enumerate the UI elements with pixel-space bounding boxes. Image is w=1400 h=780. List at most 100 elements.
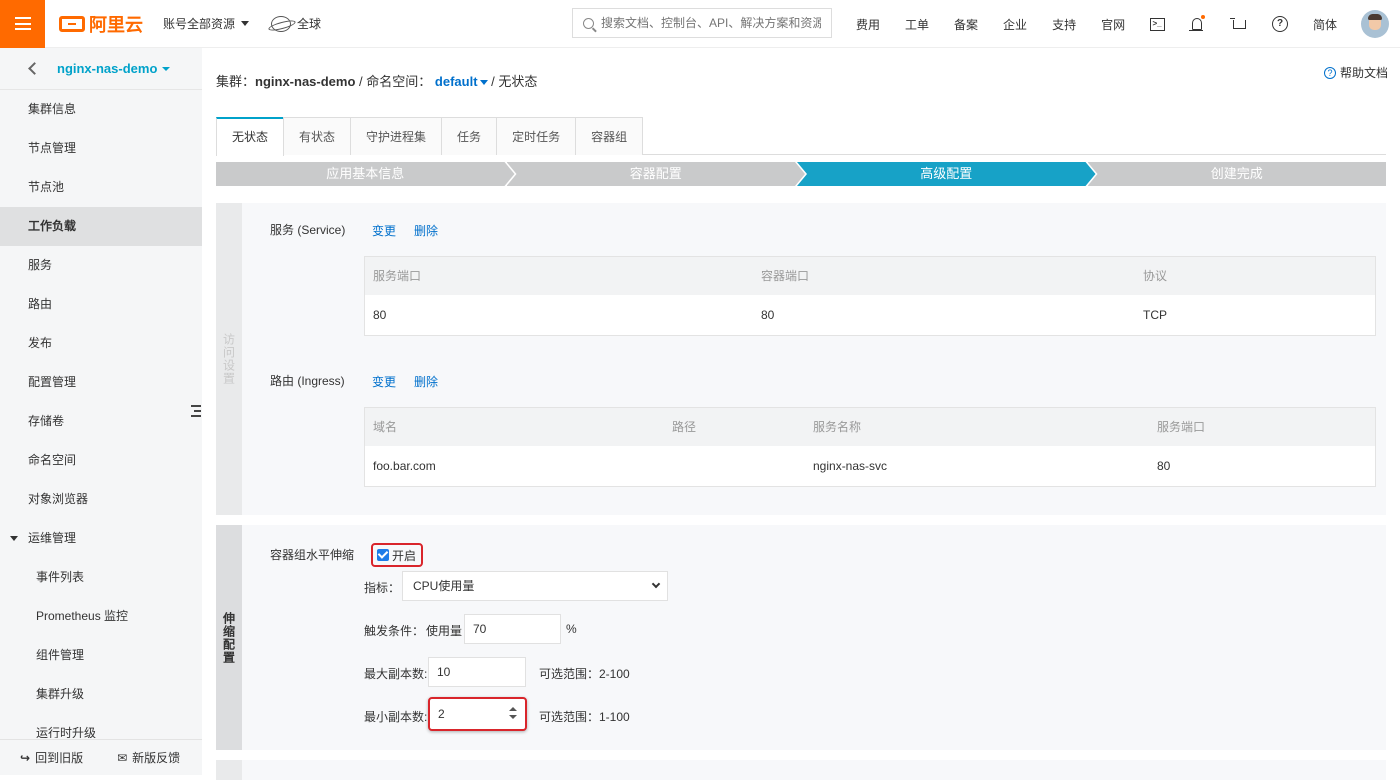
sidebar-item-object-browser[interactable]: 对象浏览器 xyxy=(0,480,202,519)
service-port-cell: 80 xyxy=(1157,459,1171,473)
terminal-button[interactable]: >_ xyxy=(1147,14,1167,34)
tab-pods[interactable]: 容器组 xyxy=(575,117,644,155)
sidebar-item-namespaces[interactable]: 命名空间 xyxy=(0,441,202,480)
service-port-cell: 80 xyxy=(373,308,387,322)
metric-select[interactable]: CPU使用量 xyxy=(402,571,668,601)
notification-dot xyxy=(1201,15,1205,19)
tab-cronjobs[interactable]: 定时任务 xyxy=(496,117,577,155)
caret-down-icon xyxy=(479,80,488,86)
help-doc-link[interactable]: ? 帮助文档 xyxy=(1323,64,1388,81)
top-navbar: 阿里云 账号全部资源 全球 费用 工单 备案 企业 支持 官网 >_ ? 简体 xyxy=(0,0,1400,48)
number-stepper-icon[interactable] xyxy=(509,707,517,719)
nav-link-enterprise[interactable]: 企业 xyxy=(1003,16,1027,33)
sidebar-item-services[interactable]: 服务 xyxy=(0,246,202,285)
trigger-label: 触发条件： xyxy=(364,624,425,638)
back-to-old-version-button[interactable]: ↪ 回到旧版 xyxy=(20,749,83,766)
min-replicas-input[interactable]: 2 xyxy=(428,697,527,731)
cart-icon xyxy=(1229,17,1246,29)
account-resources-label: 账号全部资源 xyxy=(163,17,236,31)
back-chevron-icon[interactable] xyxy=(28,62,41,75)
sidebar-item-ingresses[interactable]: 路由 xyxy=(0,285,202,324)
service-edit-link[interactable]: 变更 xyxy=(372,222,396,239)
language-selector[interactable]: 简体 xyxy=(1313,16,1337,33)
search-input[interactable] xyxy=(601,16,821,30)
sidebar-item-prometheus[interactable]: Prometheus 监控 xyxy=(0,597,202,636)
column-header: 容器端口 xyxy=(761,269,810,283)
wizard-steps: 应用基本信息 容器配置 高级配置 创建完成 xyxy=(216,162,1386,186)
help-doc-label: 帮助文档 xyxy=(1339,66,1388,80)
help-icon: ? xyxy=(1272,16,1288,32)
cart-button[interactable] xyxy=(1229,14,1249,34)
sidebar-collapse-icon[interactable] xyxy=(191,405,201,417)
column-header: 服务端口 xyxy=(373,269,422,283)
access-settings-title: 访问设置 xyxy=(221,333,236,385)
sidebar-item-node-pools[interactable]: 节点池 xyxy=(0,168,202,207)
trigger-threshold-input[interactable]: 70 xyxy=(464,614,561,644)
column-header: 协议 xyxy=(1143,269,1168,283)
hamburger-menu-button[interactable] xyxy=(0,0,45,48)
global-search[interactable] xyxy=(572,8,832,38)
scaling-config-panel: 伸缩配置 容器组水平伸缩 开启 指标： CPU使用量 触发条件： 使用量 70 … xyxy=(216,525,1386,750)
nav-link-support[interactable]: 支持 xyxy=(1052,16,1076,33)
sidebar-item-cluster-upgrade[interactable]: 集群升级 xyxy=(0,675,202,714)
sidebar-item-cluster-info[interactable]: 集群信息 xyxy=(0,90,202,129)
tab-daemonsets[interactable]: 守护进程集 xyxy=(350,117,443,155)
access-settings-panel: 访问设置 服务 (Service) 变更 删除 服务端口 容器端口 协议 80 … xyxy=(216,203,1386,515)
exit-icon: ↪ xyxy=(20,750,31,765)
sidebar-group-ops[interactable]: 运维管理 xyxy=(0,519,202,558)
account-resources-dropdown[interactable]: 账号全部资源 xyxy=(163,15,250,32)
nav-link-tickets[interactable]: 工单 xyxy=(905,16,929,33)
sidebar-item-nodes[interactable]: 节点管理 xyxy=(0,129,202,168)
step-basic-info: 应用基本信息 xyxy=(216,162,515,186)
feedback-label: 新版反馈 xyxy=(132,751,181,765)
max-replicas-range: 可选范围：2-100 xyxy=(539,667,630,681)
caret-down-icon xyxy=(241,21,250,26)
back-to-old-label: 回到旧版 xyxy=(35,751,84,765)
tab-statefulsets[interactable]: 有状态 xyxy=(283,117,352,155)
feedback-button[interactable]: ✉ 新版反馈 xyxy=(117,749,180,766)
sidebar-footer: ↪ 回到旧版 ✉ 新版反馈 xyxy=(0,739,202,775)
sidebar-item-addons[interactable]: 组件管理 xyxy=(0,636,202,675)
aliyun-logo[interactable]: 阿里云 xyxy=(59,11,143,37)
service-section-title: 服务 (Service) xyxy=(270,223,346,237)
ingress-delete-link[interactable]: 删除 xyxy=(414,373,438,390)
sidebar-item-config[interactable]: 配置管理 xyxy=(0,363,202,402)
region-selector[interactable]: 全球 xyxy=(271,15,321,32)
hpa-enable-checkbox[interactable]: 开启 xyxy=(371,543,423,567)
globe-icon xyxy=(271,15,292,32)
sidebar-item-workloads[interactable]: 工作负载 xyxy=(0,207,202,246)
sidebar-group-label: 运维管理 xyxy=(28,531,77,545)
logo-icon xyxy=(59,15,85,32)
sidebar-item-volumes[interactable]: 存储卷 xyxy=(0,402,202,441)
max-replicas-input[interactable]: 10 xyxy=(428,657,526,687)
cluster-switcher[interactable]: nginx-nas-demo xyxy=(57,61,171,76)
namespace-dropdown[interactable]: default xyxy=(435,74,488,89)
breadcrumb-ns-prefix: 命名空间： xyxy=(366,74,432,89)
menu-icon xyxy=(14,17,31,30)
tab-jobs[interactable]: 任务 xyxy=(441,117,498,155)
min-replicas-value: 2 xyxy=(438,707,445,721)
scaling-config-side-label: 伸缩配置 xyxy=(216,525,242,750)
nav-link-website[interactable]: 官网 xyxy=(1101,16,1125,33)
nav-link-fees[interactable]: 费用 xyxy=(856,16,880,33)
step-complete: 创建完成 xyxy=(1087,162,1386,186)
main-content: 集群：nginx-nas-demo / 命名空间： default / 无状态 … xyxy=(202,48,1400,780)
sidebar-item-releases[interactable]: 发布 xyxy=(0,324,202,363)
cluster-name: nginx-nas-demo xyxy=(57,61,158,76)
tab-deployments[interactable]: 无状态 xyxy=(216,117,285,156)
help-circle-icon: ? xyxy=(1323,66,1336,79)
nav-link-icp[interactable]: 备案 xyxy=(954,16,978,33)
hpa-label: 容器组水平伸缩 xyxy=(270,548,355,562)
notifications-button[interactable] xyxy=(1187,14,1207,34)
chevron-down-icon xyxy=(651,579,661,589)
step-advanced-config: 高级配置 xyxy=(797,162,1096,186)
column-header: 路径 xyxy=(672,420,697,434)
user-avatar[interactable] xyxy=(1361,10,1389,38)
sidebar: nginx-nas-demo 集群信息 节点管理 节点池 工作负载 服务 路由 … xyxy=(0,48,202,775)
service-delete-link[interactable]: 删除 xyxy=(414,222,438,239)
help-button[interactable]: ? xyxy=(1270,14,1290,34)
ingress-edit-link[interactable]: 变更 xyxy=(372,373,396,390)
sidebar-item-runtime-upgrade[interactable]: 运行时升级 xyxy=(0,714,202,738)
metric-value: CPU使用量 xyxy=(413,579,475,593)
sidebar-item-events[interactable]: 事件列表 xyxy=(0,558,202,597)
